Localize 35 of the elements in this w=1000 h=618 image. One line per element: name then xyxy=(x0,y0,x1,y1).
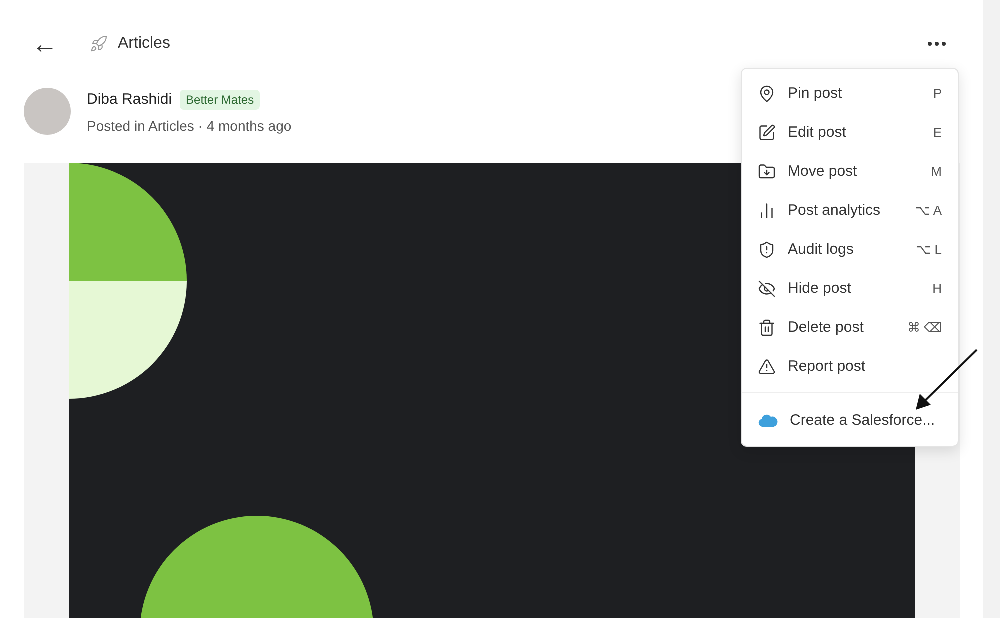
menu-item[interactable]: Pin post P xyxy=(742,74,958,113)
menu-item[interactable]: Edit post E xyxy=(742,113,958,152)
shortcut-key: ⌥ L xyxy=(916,242,942,257)
menu-item-icon xyxy=(758,124,776,142)
post-meta: Posted in Articles · 4 months ago xyxy=(87,118,292,134)
shortcut-key: E xyxy=(933,125,942,140)
menu-item[interactable]: Create a Salesforce... xyxy=(742,401,958,440)
cloud-icon xyxy=(758,414,778,428)
menu-item[interactable]: Post analytics ⌥ A xyxy=(742,191,958,230)
shortcut-key: H xyxy=(932,281,942,296)
author-name: Diba Rashidi xyxy=(87,91,172,108)
pointer-arrow xyxy=(914,348,980,412)
page-title: Articles xyxy=(118,35,170,53)
menu-item-icon xyxy=(758,280,776,298)
shortcut-key: ⌥ A xyxy=(915,203,942,218)
menu-item-icon xyxy=(758,240,776,258)
menu-item[interactable]: Audit logs ⌥ L xyxy=(742,230,958,269)
menu-item-icon xyxy=(758,162,776,180)
menu-item-icon xyxy=(758,318,776,336)
menu-item-icon xyxy=(758,84,776,102)
more-icon xyxy=(928,42,946,46)
menu-item[interactable]: Report post xyxy=(742,347,958,386)
menu-item[interactable]: Hide post H xyxy=(742,269,958,308)
more-button[interactable] xyxy=(928,42,946,46)
menu-item[interactable]: Delete post ⌘ ⌫ xyxy=(742,308,958,347)
menu-item-icon xyxy=(758,358,776,376)
shortcut-key: P xyxy=(933,86,942,101)
back-button[interactable]: ← xyxy=(28,31,62,57)
avatar xyxy=(24,88,71,135)
group-badge: Better Mates xyxy=(180,90,260,110)
shortcut-key: M xyxy=(931,164,942,179)
menu-item-icon xyxy=(758,202,776,220)
shortcut-key: ⌘ ⌫ xyxy=(907,320,942,335)
menu-item[interactable]: Move post M xyxy=(742,152,958,191)
rocket-icon xyxy=(90,35,108,53)
